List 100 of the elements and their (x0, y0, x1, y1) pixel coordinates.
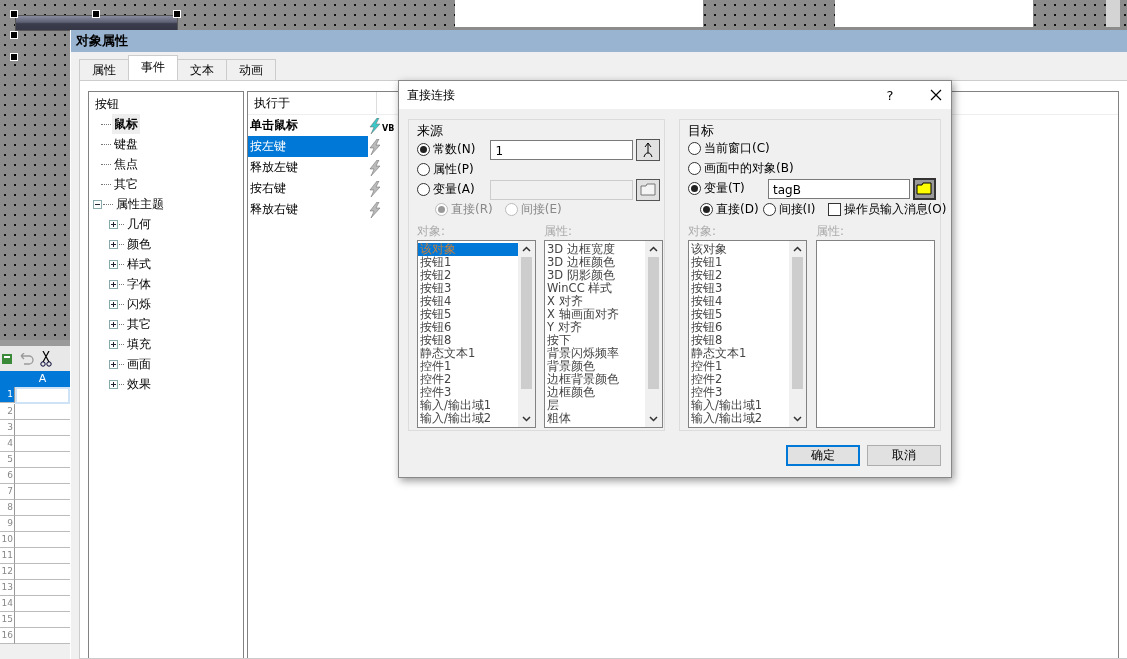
list-item[interactable]: 按钮6 (689, 321, 789, 334)
tree-item[interactable]: 字体 (125, 274, 153, 294)
list-item[interactable]: 按钮3 (418, 282, 518, 295)
tree-item[interactable]: 键盘 (112, 134, 140, 154)
list-item[interactable]: 控件1 (418, 360, 518, 373)
radio-icon[interactable] (762, 202, 776, 216)
row-header[interactable]: 14 (0, 596, 15, 612)
list-item[interactable]: 控件3 (418, 386, 518, 399)
table-icon[interactable] (2, 352, 12, 365)
list-item[interactable]: X 对齐 (545, 295, 645, 308)
list-item[interactable]: 按钮5 (689, 308, 789, 321)
list-box[interactable]: 该对象 按钮1 按钮2 按钮3 按钮4 按钮5 按钮6 按钮8 静态文本1 控件1 控件2 控件3 输入/输出域1 输入/输出域2 (688, 240, 807, 428)
event-item[interactable]: 按左键 (248, 136, 368, 157)
row-header[interactable]: 5 (0, 452, 15, 468)
radio-option[interactable]: 常数(N) (417, 141, 491, 158)
row-header[interactable]: 11 (0, 548, 15, 564)
list-item[interactable]: X 轴画面对齐 (545, 308, 645, 321)
expand-icon[interactable] (109, 259, 118, 269)
dialog-button[interactable]: 取消 (867, 445, 941, 466)
row-header[interactable]: 6 (0, 468, 15, 484)
tab[interactable]: 动画 (226, 59, 276, 80)
list-item[interactable]: 背景颜色 (545, 360, 645, 373)
tag-browse-button[interactable] (912, 177, 936, 200)
row-header[interactable]: 3 (0, 420, 15, 436)
expand-icon[interactable] (109, 379, 118, 389)
list-item[interactable]: 控件3 (689, 386, 789, 399)
list-item[interactable]: 静态文本1 (689, 347, 789, 360)
lightning-icon[interactable] (368, 201, 382, 218)
row-header[interactable]: 1 (0, 387, 15, 403)
list-item[interactable]: 按钮6 (418, 321, 518, 334)
tree-item[interactable]: 按钮 (93, 94, 121, 114)
list-item[interactable]: 按钮4 (689, 295, 789, 308)
resize-handle[interactable] (92, 10, 100, 18)
tree-item[interactable]: 填充 (125, 334, 153, 354)
radio-option[interactable]: 变量(A) (417, 181, 491, 198)
list-item[interactable]: 按钮3 (689, 282, 789, 295)
expand-icon[interactable] (109, 339, 118, 349)
tab[interactable]: 属性 (79, 59, 129, 80)
list-item[interactable]: WinCC 样式 (545, 282, 645, 295)
list-item[interactable]: 边框颜色 (545, 386, 645, 399)
tree-item[interactable]: 样式 (125, 254, 153, 274)
list-item[interactable]: 输入/输出域1 (418, 399, 518, 412)
row-header[interactable]: 7 (0, 484, 15, 500)
list-item[interactable]: 输入/输出域2 (418, 412, 518, 425)
scrollbar[interactable] (645, 241, 662, 427)
list-item[interactable]: 边框背景颜色 (545, 373, 645, 386)
lightning-icon[interactable] (368, 180, 382, 197)
expand-icon[interactable] (109, 359, 118, 369)
list-item[interactable]: 输入/输出域2 (689, 412, 789, 425)
checkbox-icon[interactable] (827, 202, 841, 216)
expand-icon[interactable] (109, 279, 118, 289)
radio-option[interactable]: 属性(P) (417, 161, 492, 178)
tree-item[interactable]: 画面 (125, 354, 153, 374)
resize-handle[interactable] (173, 10, 181, 18)
list-item[interactable]: 静态文本1 (418, 347, 518, 360)
radio-option[interactable]: 画面中的对象(B) (688, 160, 794, 177)
input-field[interactable]: tagB (768, 178, 910, 199)
browse-button[interactable] (636, 178, 660, 201)
list-item[interactable]: 3D 边框宽度 (545, 243, 645, 256)
list-item[interactable]: 按钮8 (689, 334, 789, 347)
list-item[interactable]: 按钮5 (418, 308, 518, 321)
table-cell[interactable] (15, 387, 70, 404)
lightning-icon[interactable] (368, 159, 382, 176)
lightning-icon[interactable] (368, 117, 382, 134)
list-box[interactable] (816, 240, 935, 428)
row-header[interactable]: 12 (0, 564, 15, 580)
row-header[interactable]: 10 (0, 532, 15, 548)
button-object[interactable] (15, 15, 178, 31)
radio-option[interactable]: 直接(D) (700, 200, 759, 218)
resize-handle[interactable] (10, 53, 18, 61)
radio-option[interactable]: 间接(I) (762, 200, 816, 218)
scroll-up-icon[interactable] (649, 246, 658, 252)
dialog-button[interactable]: 确定 (786, 445, 860, 466)
scrollbar[interactable] (1106, 0, 1120, 27)
list-item[interactable]: 3D 阴影颜色 (545, 269, 645, 282)
row-header[interactable]: 8 (0, 500, 15, 516)
radio-icon[interactable] (688, 162, 701, 175)
scroll-down-icon[interactable] (793, 416, 802, 422)
list-item[interactable]: 3D 边框颜色 (545, 256, 645, 269)
list-item[interactable]: 按钮1 (418, 256, 518, 269)
input-field[interactable]: 1 (490, 139, 634, 160)
resize-handle[interactable] (10, 10, 18, 18)
event-item[interactable]: 单击鼠标 (248, 115, 368, 136)
row-header[interactable]: 9 (0, 516, 15, 532)
radio-option[interactable]: 变量(T) (688, 180, 745, 198)
expand-icon[interactable] (109, 239, 118, 249)
row-header[interactable]: 13 (0, 580, 15, 596)
list-item[interactable]: 按钮2 (689, 269, 789, 282)
row-header[interactable]: 4 (0, 436, 15, 452)
collapse-icon[interactable] (93, 199, 102, 209)
list-item[interactable]: 按钮1 (689, 256, 789, 269)
browse-button[interactable] (636, 138, 660, 161)
list-box[interactable]: 该对象 按钮1 按钮2 按钮3 按钮4 按钮5 按钮6 按钮8 静态文本1 控件1 控件2 控件3 输入/输出域1 输入/输出域2 (417, 240, 536, 428)
radio-option[interactable]: 当前窗口(C) (688, 140, 770, 158)
list-item[interactable]: 按钮2 (418, 269, 518, 282)
list-item[interactable]: 按钮8 (418, 334, 518, 347)
tree-item[interactable]: 其它 (125, 314, 153, 334)
list-item[interactable]: 层 (545, 399, 645, 412)
radio-icon[interactable] (688, 142, 701, 156)
list-item[interactable]: 按下 (545, 334, 645, 347)
